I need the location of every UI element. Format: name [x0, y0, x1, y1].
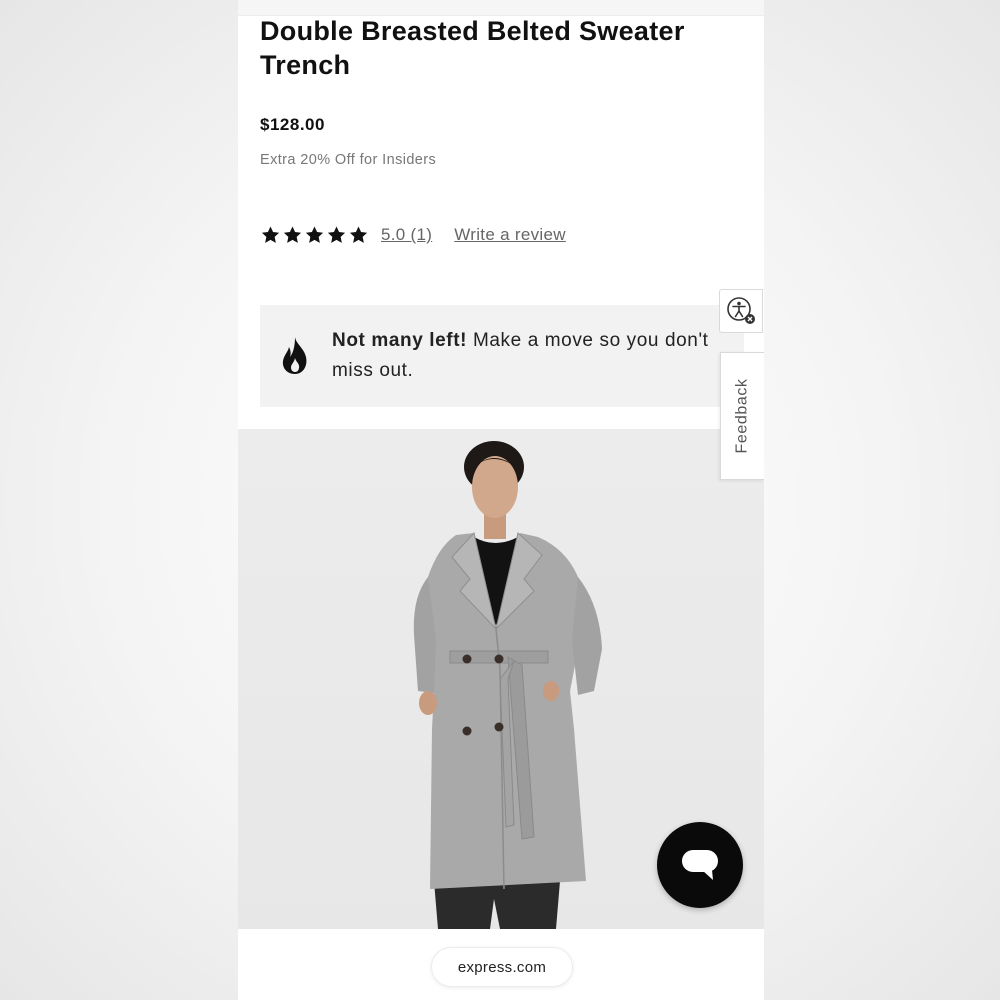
- coat-button: [494, 654, 504, 664]
- rating-row: 5.0 (1) Write a review: [260, 222, 566, 248]
- star-rating: [260, 225, 369, 245]
- low-stock-banner: Not many left! Make a move so you don't …: [260, 305, 744, 407]
- accessibility-icon: [727, 297, 755, 324]
- star-icon: [327, 226, 346, 243]
- low-stock-message: Not many left! Make a move so you don't …: [332, 326, 712, 386]
- insider-promo: Extra 20% Off for Insiders: [260, 152, 437, 168]
- write-review-link[interactable]: Write a review: [454, 225, 566, 245]
- chat-bubble-icon: [682, 850, 718, 880]
- model-face: [472, 456, 518, 518]
- coat-button: [462, 654, 472, 664]
- star-icon: [261, 226, 280, 243]
- accessibility-button[interactable]: [719, 289, 763, 333]
- product-price: $128.00: [260, 115, 325, 134]
- low-stock-headline: Not many left!: [332, 330, 468, 351]
- star-icon: [305, 226, 324, 243]
- browser-bottom-bar: express.com: [238, 929, 764, 1000]
- star-icon: [349, 226, 368, 243]
- star-icon: [283, 226, 302, 243]
- rating-score-link[interactable]: 5.0 (1): [381, 225, 432, 245]
- url-bar[interactable]: express.com: [431, 947, 573, 987]
- product-title: Double Breasted Belted Sweater Trench: [260, 16, 685, 80]
- pants: [434, 881, 560, 929]
- feedback-label: Feedback: [733, 378, 751, 454]
- coat-button: [494, 722, 504, 732]
- product-page: Double Breasted Belted Sweater Trench $1…: [238, 0, 764, 1000]
- coat-button: [462, 726, 472, 736]
- feedback-tab[interactable]: Feedback: [720, 352, 764, 480]
- chat-button[interactable]: [657, 822, 743, 908]
- fire-icon: [282, 337, 307, 374]
